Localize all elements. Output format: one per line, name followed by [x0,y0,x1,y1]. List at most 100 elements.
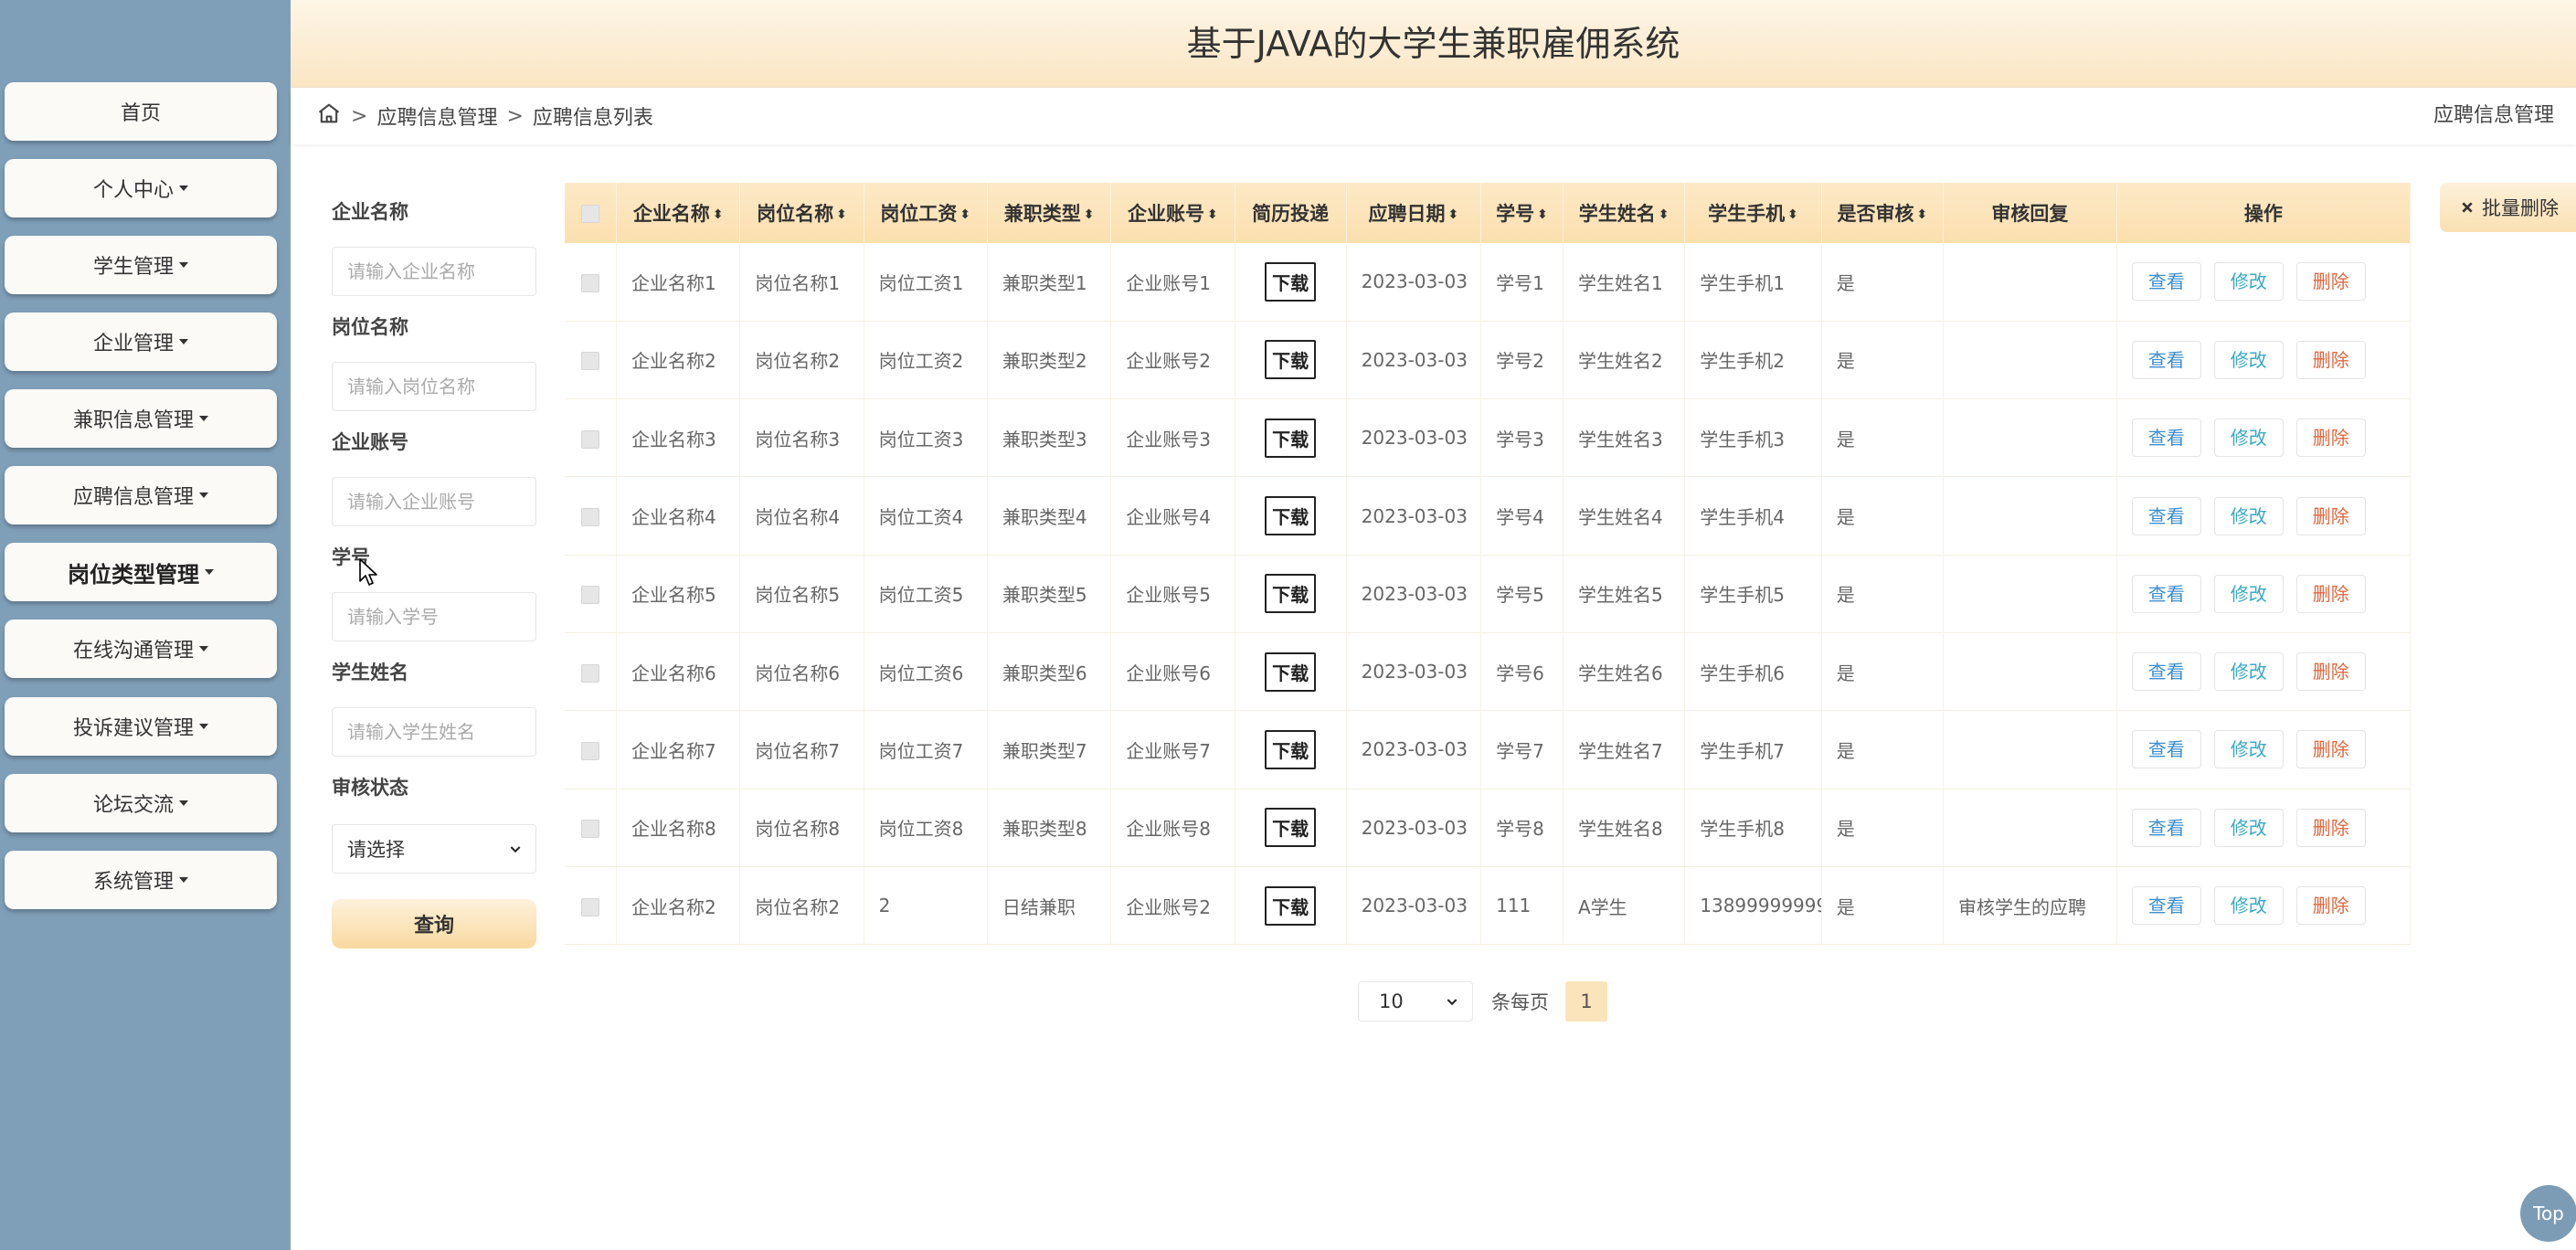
page-number-current[interactable]: 1 [1565,981,1607,1022]
sort-icon[interactable]: ⬍ [713,207,724,222]
sidebar-item[interactable]: 在线沟通管理 [5,620,277,678]
download-resume-button[interactable]: 下载 [1265,418,1316,458]
student-id-input[interactable] [332,592,536,641]
column-header[interactable]: 学生手机⬍ [1685,183,1821,243]
edit-button[interactable]: 修改 [2214,341,2284,379]
company-name-input[interactable] [332,247,536,296]
breadcrumb-separator: > [351,105,367,128]
caret-down-icon [205,569,214,575]
edit-button[interactable]: 修改 [2214,262,2284,301]
position-name-input[interactable] [332,362,536,411]
close-icon [2460,200,2475,215]
download-resume-button[interactable]: 下载 [1265,574,1316,613]
sort-icon[interactable]: ⬍ [1659,207,1670,222]
row-checkbox[interactable] [581,586,599,604]
page-size-select[interactable]: 10 [1358,981,1473,1022]
student-name-input[interactable] [332,707,536,757]
delete-button[interactable]: 删除 [2296,341,2366,379]
row-checkbox[interactable] [581,352,599,370]
sidebar-item[interactable]: 兼职信息管理 [5,389,277,448]
student-id-cell: 学号5 [1481,555,1564,632]
query-button[interactable]: 查询 [332,899,536,948]
download-resume-button[interactable]: 下载 [1265,886,1316,926]
delete-button[interactable]: 删除 [2296,575,2366,613]
sidebar-item[interactable]: 企业管理 [5,312,277,371]
company-account-input[interactable] [332,477,536,526]
breadcrumb-level1[interactable]: 应聘信息管理 [376,101,497,131]
batch-delete-button[interactable]: 批量删除 [2440,183,2576,232]
column-header[interactable]: 是否审核⬍ [1821,183,1943,243]
download-resume-button[interactable]: 下载 [1265,808,1316,847]
edit-button[interactable]: 修改 [2214,652,2284,691]
download-resume-button[interactable]: 下载 [1265,340,1316,379]
sort-icon[interactable]: ⬍ [836,207,847,222]
column-header[interactable]: 学号⬍ [1481,183,1564,243]
download-resume-button[interactable]: 下载 [1265,262,1316,302]
sort-icon[interactable]: ⬍ [1916,207,1927,222]
view-button[interactable]: 查看 [2132,809,2201,847]
view-button[interactable]: 查看 [2132,575,2201,613]
edit-button[interactable]: 修改 [2214,575,2284,613]
column-header[interactable]: 学生姓名⬍ [1563,183,1684,243]
reviewed-cell: 是 [1821,243,1943,321]
sidebar-item[interactable]: 岗位类型管理 [5,543,277,601]
column-header[interactable]: 企业账号⬍ [1111,183,1235,243]
row-checkbox[interactable] [581,274,599,292]
download-resume-button[interactable]: 下载 [1265,730,1316,769]
home-icon[interactable] [316,101,342,132]
view-button[interactable]: 查看 [2132,262,2201,301]
row-checkbox[interactable] [581,898,599,916]
reviewed-cell: 是 [1821,632,1943,710]
column-header[interactable]: 企业名称⬍ [617,183,740,243]
sort-icon[interactable]: ⬍ [959,207,970,222]
row-checkbox[interactable] [581,742,599,760]
back-to-top-button[interactable]: Top [2520,1185,2576,1242]
sort-icon[interactable]: ⬍ [1537,207,1548,222]
row-checkbox[interactable] [581,664,599,683]
edit-button[interactable]: 修改 [2214,730,2284,768]
column-header[interactable]: 岗位工资⬍ [864,183,987,243]
view-button[interactable]: 查看 [2132,730,2201,768]
column-header[interactable]: 兼职类型⬍ [987,183,1110,243]
sidebar-item[interactable]: 论坛交流 [5,774,277,832]
delete-button[interactable]: 删除 [2296,497,2366,535]
row-checkbox[interactable] [581,508,599,526]
view-button[interactable]: 查看 [2132,497,2201,535]
sidebar-item[interactable]: 应聘信息管理 [5,466,277,524]
sort-icon[interactable]: ⬍ [1084,207,1095,222]
delete-button[interactable]: 删除 [2296,418,2366,457]
sort-icon[interactable]: ⬍ [1207,207,1218,222]
download-resume-button[interactable]: 下载 [1265,496,1316,535]
sidebar-item[interactable]: 学生管理 [5,236,277,294]
sort-icon[interactable]: ⬍ [1787,207,1798,222]
sidebar-item[interactable]: 系统管理 [5,851,277,909]
delete-button[interactable]: 删除 [2296,652,2366,691]
select-all-checkbox[interactable] [581,205,599,223]
view-button[interactable]: 查看 [2132,341,2201,379]
delete-button[interactable]: 删除 [2296,730,2366,768]
job-type-cell: 兼职类型6 [987,632,1110,710]
download-resume-button[interactable]: 下载 [1265,652,1316,692]
column-header[interactable]: 应聘日期⬍ [1346,183,1480,243]
sidebar-item[interactable]: 投诉建议管理 [5,697,277,756]
student-id-cell: 学号1 [1481,243,1564,321]
student-phone-cell: 学生手机5 [1685,555,1821,632]
edit-button[interactable]: 修改 [2214,886,2284,925]
view-button[interactable]: 查看 [2132,418,2201,457]
edit-button[interactable]: 修改 [2214,497,2284,535]
row-checkbox[interactable] [581,430,599,449]
sidebar-item[interactable]: 首页 [5,82,277,141]
edit-button[interactable]: 修改 [2214,809,2284,847]
view-button[interactable]: 查看 [2132,652,2201,691]
column-header[interactable]: 岗位名称⬍ [740,183,864,243]
edit-button[interactable]: 修改 [2214,418,2284,457]
row-checkbox[interactable] [581,820,599,838]
sidebar-item[interactable]: 个人中心 [5,159,277,217]
review-status-select[interactable]: 请选择 [332,824,536,874]
student-name-cell: 学生姓名4 [1563,477,1684,555]
delete-button[interactable]: 删除 [2296,262,2366,301]
sort-icon[interactable]: ⬍ [1448,207,1459,222]
delete-button[interactable]: 删除 [2296,886,2366,925]
view-button[interactable]: 查看 [2132,886,2201,925]
delete-button[interactable]: 删除 [2296,809,2366,847]
